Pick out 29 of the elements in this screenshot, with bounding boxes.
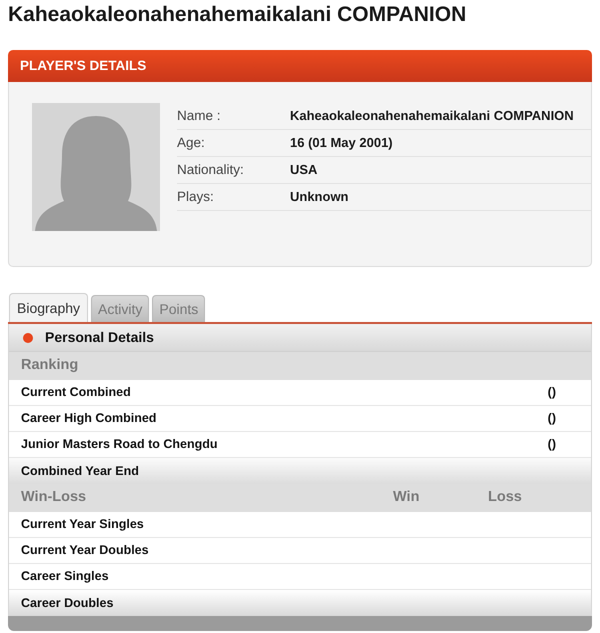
section-title: Personal Details — [45, 328, 154, 347]
tab[interactable]: Points — [152, 295, 206, 322]
details-header: PLAYER'S DETAILS — [8, 50, 592, 82]
row-label: Career High Combined — [21, 410, 158, 428]
row-value: () — [548, 384, 556, 402]
column-header: Win — [393, 488, 420, 508]
row-label: Current Year Singles — [21, 516, 144, 534]
section-heading: Ranking — [9, 352, 591, 380]
tab[interactable]: Activity — [91, 295, 150, 322]
row-value: () — [548, 436, 556, 454]
row-label: Career Singles — [21, 568, 109, 586]
section-heading: Combined Year End — [9, 458, 591, 484]
row-label: Current Combined — [21, 384, 132, 402]
row-label: Current Year Doubles — [21, 542, 149, 560]
field-value: Unknown — [290, 188, 348, 206]
column-header: Loss — [488, 488, 523, 508]
field-label: Plays: — [177, 188, 215, 206]
field-value: Kaheaokaleonahenahemaikalani COMPANION — [290, 107, 574, 126]
row-label: Junior Masters Road to Chengdu — [21, 436, 219, 454]
field-value: USA — [290, 161, 318, 180]
player-name-title: Kaheaokaleonahenahemaikalani COMPANION — [8, 2, 468, 28]
tab[interactable]: Biography — [9, 293, 88, 322]
field-label: Nationality: — [177, 160, 245, 179]
row-value: () — [548, 410, 556, 428]
field-label: Name : — [177, 106, 222, 125]
column-header: Win-Loss — [21, 488, 88, 508]
row-label: Career Doubles — [21, 594, 114, 612]
field-label: Age: — [177, 134, 206, 152]
field-value: 16 (01 May 2001) — [290, 134, 393, 152]
